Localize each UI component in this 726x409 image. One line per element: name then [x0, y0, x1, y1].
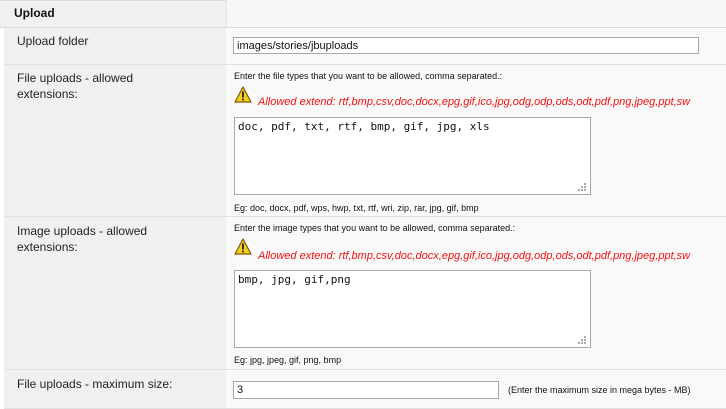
- max-size-hint: (Enter the maximum size in mega bytes - …: [508, 385, 691, 395]
- image-extensions-example: Eg: jpg, jpeg, gif, png, bmp: [234, 355, 342, 365]
- max-size-label: File uploads - maximum size:: [17, 377, 173, 391]
- section-title: Upload: [14, 6, 55, 20]
- file-extensions-example: Eg: doc, docx, pdf, wps, hwp, txt, rtf, …: [234, 203, 479, 213]
- resize-grip-icon[interactable]: [576, 334, 588, 346]
- upload-folder-label: Upload folder: [17, 34, 89, 48]
- file-extensions-label: File uploads - allowed extensions:: [17, 70, 133, 102]
- warning-triangle-icon: [234, 86, 252, 103]
- image-extensions-label-line1: Image uploads - allowed: [17, 224, 148, 238]
- warning-triangle-icon: [234, 238, 252, 255]
- file-extensions-allowed-extend: Allowed extend: rtf,bmp,csv,doc,docx,epg…: [258, 96, 691, 108]
- image-extensions-allowed-extend: Allowed extend: rtf,bmp,csv,doc,docx,epg…: [258, 250, 691, 262]
- max-size-input[interactable]: [233, 381, 499, 399]
- file-extensions-instruction: Enter the file types that you want to be…: [234, 71, 503, 81]
- section-header-value-cell: [226, 0, 726, 27]
- image-extensions-instruction: Enter the image types that you want to b…: [234, 223, 516, 233]
- image-extensions-label-line2: extensions:: [17, 240, 78, 254]
- image-extensions-label: Image uploads - allowed extensions:: [17, 223, 147, 255]
- upload-folder-input[interactable]: [233, 37, 699, 54]
- file-extensions-label-line2: extensions:: [17, 87, 78, 101]
- file-extensions-label-line1: File uploads - allowed: [17, 71, 134, 85]
- image-extensions-textarea[interactable]: bmp, jpg, gif,png: [234, 270, 591, 348]
- file-extensions-textarea[interactable]: doc, pdf, txt, rtf, bmp, gif, jpg, xls: [234, 117, 591, 195]
- resize-grip-icon[interactable]: [576, 181, 588, 193]
